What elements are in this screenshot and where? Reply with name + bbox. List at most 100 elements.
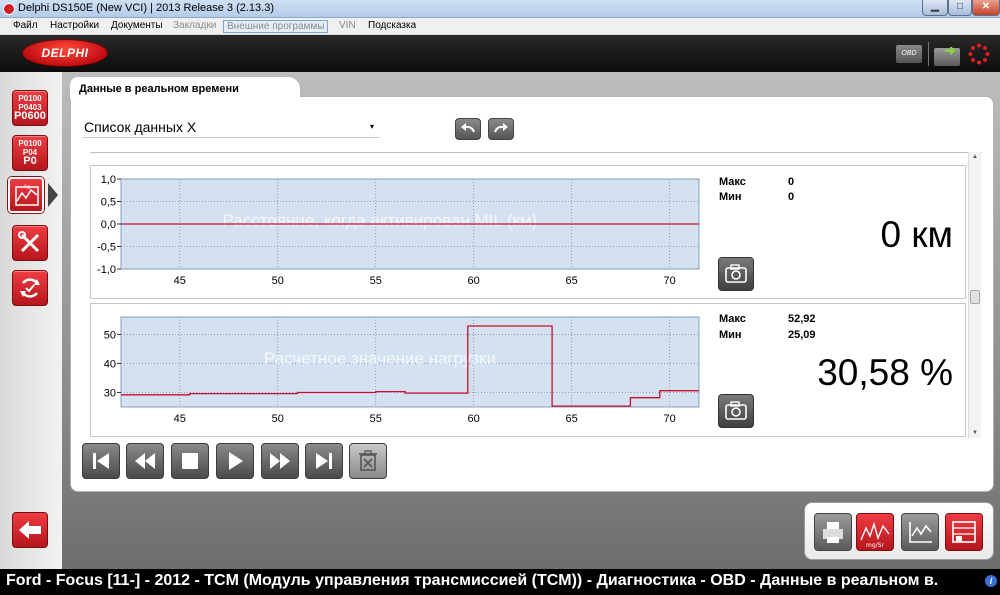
x-tick-label: 50 bbox=[272, 413, 284, 425]
graph-row: 50 40 30 45 50 55 60 65 70 Расчетное значение наг… bbox=[90, 303, 966, 437]
redo-arrow-icon bbox=[494, 123, 508, 133]
undo-button[interactable] bbox=[455, 118, 481, 140]
x-tick-label: 70 bbox=[663, 413, 675, 425]
scroll-down-icon[interactable]: ▼ bbox=[972, 430, 978, 436]
clear-recording-button[interactable] bbox=[349, 443, 387, 479]
fast-forward-button[interactable] bbox=[261, 443, 299, 479]
printer-icon bbox=[823, 522, 843, 543]
menu-bar: Файл Настройки Документы Закладки Внешни… bbox=[0, 18, 1000, 35]
min-label: Мин bbox=[719, 329, 742, 341]
y-tick-label: 30 bbox=[104, 387, 116, 399]
x-tick-label: 50 bbox=[272, 275, 284, 287]
dtc-code-text: P0 bbox=[23, 155, 37, 167]
y-tick-label: 0,5 bbox=[101, 197, 116, 209]
minimize-button[interactable]: ▁ bbox=[922, 0, 948, 16]
x-tick-label: 70 bbox=[663, 275, 675, 287]
dtc-code-text: P0100 bbox=[18, 139, 42, 148]
back-button[interactable] bbox=[12, 512, 48, 548]
status-bar: Ford - Focus [11-] - 2012 - TCM (Модуль … bbox=[0, 569, 1000, 595]
max-label: Макс bbox=[719, 176, 746, 188]
min-label: Мин bbox=[719, 191, 742, 203]
window-title-bar: Delphi DS150E (New VCI) | 2013 Release 3… bbox=[0, 0, 1000, 18]
app-header: DELPHI OBD ➜ bbox=[0, 35, 1000, 72]
y-tick-label: 50 bbox=[104, 329, 116, 341]
menu-file[interactable]: Файл bbox=[10, 20, 41, 33]
back-arrow-icon bbox=[19, 521, 41, 539]
svg-text:mg/Sr: mg/Sr bbox=[866, 542, 884, 549]
print-button[interactable] bbox=[814, 513, 852, 551]
x-tick-label: 45 bbox=[174, 413, 186, 425]
header-divider bbox=[928, 42, 929, 66]
graph-view-icon bbox=[909, 522, 932, 543]
menu-external-programs[interactable]: Внешние программы bbox=[223, 20, 329, 33]
scroll-up-icon[interactable]: ▲ bbox=[972, 154, 978, 160]
menu-vin[interactable]: VIN bbox=[336, 20, 359, 33]
max-value: 52,92 bbox=[788, 313, 816, 325]
delphi-logo: DELPHI bbox=[22, 39, 108, 67]
play-button[interactable] bbox=[216, 443, 254, 479]
y-tick-label: -0,5 bbox=[97, 242, 116, 254]
rewind-button[interactable] bbox=[126, 443, 164, 479]
active-pointer bbox=[48, 183, 58, 207]
min-value: 25,09 bbox=[788, 329, 816, 341]
x-tick-label: 65 bbox=[566, 275, 578, 287]
skip-to-end-button[interactable] bbox=[305, 443, 343, 479]
graph-row: 1,0 0,5 0,0 -0,5 -1,0 45 50 55 60 65 70 Расстояние,… bbox=[90, 165, 966, 299]
tool-tray: mg/Sr bbox=[804, 502, 994, 560]
stop-icon bbox=[182, 453, 198, 469]
menu-bookmarks[interactable]: Закладки bbox=[170, 20, 219, 33]
select-parameters-button[interactable] bbox=[945, 513, 983, 551]
graph-plot: 50 40 30 45 50 55 60 65 70 Расчетное значение наг… bbox=[104, 316, 700, 425]
redo-button[interactable] bbox=[488, 118, 514, 140]
x-tick-label: 65 bbox=[566, 413, 578, 425]
y-tick-label: 1,0 bbox=[101, 174, 116, 186]
undo-arrow-icon bbox=[461, 123, 475, 133]
maximize-button[interactable]: □ bbox=[948, 0, 972, 16]
x-tick-label: 60 bbox=[468, 413, 480, 425]
max-label: Макс bbox=[719, 313, 746, 325]
play-icon bbox=[229, 452, 243, 470]
menu-settings[interactable]: Настройки bbox=[47, 20, 102, 33]
graph-list-scrollbar[interactable]: ▲ ▼ bbox=[968, 152, 981, 438]
min-value: 0 bbox=[788, 191, 795, 203]
max-value: 0 bbox=[788, 176, 795, 188]
refresh-cycle-icon bbox=[20, 278, 40, 298]
snapshot-button[interactable] bbox=[718, 257, 754, 291]
read-fault-codes-button[interactable]: P0100 P0403 P0600 bbox=[12, 90, 48, 126]
camera-icon bbox=[725, 401, 747, 420]
window-title: Delphi DS150E (New VCI) | 2013 Release 3… bbox=[18, 2, 274, 14]
live-data-icon: °c bbox=[15, 184, 39, 206]
adjustments-button[interactable] bbox=[12, 270, 48, 306]
menu-documents[interactable]: Документы bbox=[108, 20, 166, 33]
x-tick-label: 45 bbox=[174, 275, 186, 287]
y-tick-label: -1,0 bbox=[97, 264, 116, 276]
chevron-down-icon: ▾ bbox=[369, 122, 374, 131]
skip-to-start-button[interactable] bbox=[82, 443, 120, 479]
obd-icon[interactable]: OBD bbox=[896, 45, 922, 63]
data-list-dropdown[interactable]: Список данных X ▾ bbox=[82, 117, 380, 138]
graph-title: Расстояние, когда активирован MIL (км) bbox=[223, 211, 538, 230]
scroll-thumb[interactable] bbox=[970, 290, 980, 304]
units-button[interactable]: mg/Sr bbox=[856, 513, 894, 551]
tools-icon bbox=[18, 231, 40, 253]
rewind-icon bbox=[135, 453, 155, 469]
close-button[interactable]: ✕ bbox=[972, 0, 1000, 16]
clear-fault-codes-button[interactable]: P0100 P04 P0 bbox=[12, 135, 48, 171]
trash-icon bbox=[359, 450, 377, 471]
vci-connection-icon[interactable]: ➜ bbox=[934, 42, 962, 66]
stop-button[interactable] bbox=[171, 443, 209, 479]
units-icon: mg/Sr bbox=[860, 521, 890, 549]
parameters-icon bbox=[952, 521, 976, 543]
current-value: 30,58 % bbox=[817, 352, 953, 393]
menu-help[interactable]: Подсказка bbox=[365, 20, 419, 33]
dtc-code-text: P0100 bbox=[18, 94, 42, 103]
dropdown-value: Список данных X bbox=[84, 119, 197, 135]
fast-forward-icon bbox=[270, 453, 290, 469]
dtc-code-text: P0600 bbox=[14, 110, 46, 122]
snapshot-button[interactable] bbox=[718, 394, 754, 428]
graph-view-button[interactable] bbox=[901, 513, 939, 551]
live-data-button[interactable]: °c bbox=[8, 177, 44, 213]
actuator-tests-button[interactable] bbox=[12, 225, 48, 261]
graph-title: Расчетное значение нагрузки bbox=[264, 349, 496, 368]
info-icon[interactable]: i bbox=[985, 575, 997, 587]
